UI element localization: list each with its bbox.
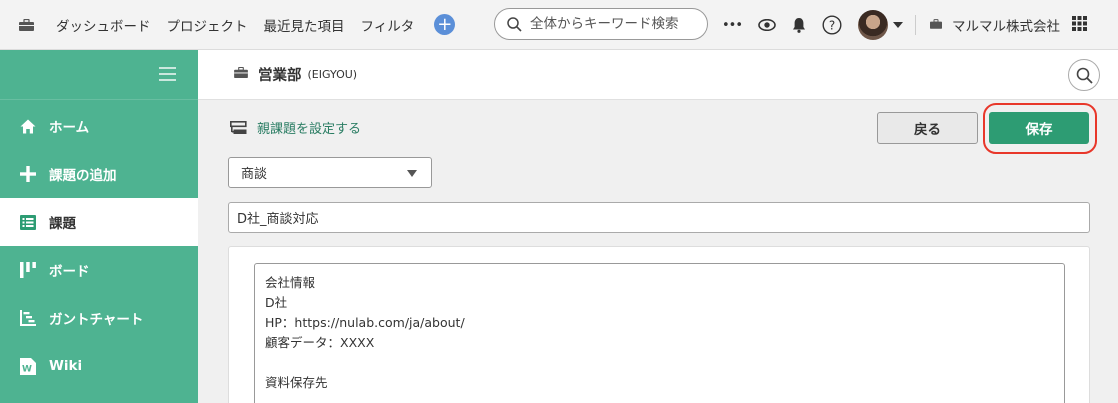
sidebar-item-label: ホーム	[49, 120, 90, 136]
description-panel: 会社情報 D社 HP：https://nulab.com/ja/about/ 顧…	[228, 246, 1090, 403]
nav-dashboard[interactable]: ダッシュボード	[56, 15, 151, 35]
add-plus-icon[interactable]: +	[434, 14, 456, 35]
description-line: 資料保存先	[265, 375, 328, 390]
help-icon[interactable]: ?	[822, 15, 842, 35]
top-navigation-bar: ダッシュボード プロジェクト 最近見た項目 フィルタ + ••• ? マルマル株…	[0, 0, 1118, 50]
hamburger-menu-icon[interactable]	[159, 67, 176, 81]
issue-type-select[interactable]: 商談	[228, 157, 432, 188]
svg-text:W: W	[22, 364, 32, 374]
set-parent-issue-link[interactable]: 親課題を設定する	[230, 118, 361, 137]
more-icon[interactable]: •••	[722, 18, 743, 33]
chevron-down-icon[interactable]	[893, 21, 904, 29]
company-name[interactable]: マルマル株式会社	[952, 15, 1060, 35]
sidebar-item-label: 課題の追加	[49, 168, 117, 184]
nav-filter[interactable]: フィルタ	[361, 15, 415, 35]
app-grid-icon[interactable]	[1072, 15, 1088, 35]
project-key: (EIGYOU)	[307, 68, 358, 81]
home-icon	[19, 118, 36, 135]
briefcase-icon[interactable]	[19, 18, 34, 31]
board-icon	[19, 262, 36, 279]
project-briefcase-icon	[234, 66, 248, 82]
project-name[interactable]: 営業部	[258, 64, 302, 85]
description-line: D社	[265, 295, 288, 310]
set-parent-issue-label: 親課題を設定する	[257, 122, 362, 137]
parent-issue-icon	[230, 120, 247, 134]
list-icon	[19, 214, 36, 231]
back-button[interactable]: 戻る	[877, 112, 978, 144]
description-line: 会社情報	[265, 275, 316, 290]
sidebar-item-add-issue[interactable]: 課題の追加	[0, 150, 198, 198]
save-button[interactable]: 保存	[989, 112, 1089, 144]
search-icon	[507, 16, 522, 32]
svg-text:?: ?	[829, 18, 835, 32]
plus-icon	[19, 166, 36, 183]
description-textarea[interactable]: 会社情報 D社 HP：https://nulab.com/ja/about/ 顧…	[254, 263, 1065, 403]
sidebar-item-label: Wiki	[49, 358, 83, 374]
sidebar-item-issues[interactable]: 課題	[0, 198, 198, 246]
divider	[915, 15, 917, 35]
main-content: 営業部 (EIGYOU) 親課題を設定する 戻る 保存 商談 会社情報 D社 H…	[198, 50, 1118, 403]
sidebar-item-label: ボード	[49, 264, 90, 280]
company-briefcase-icon	[930, 18, 943, 33]
nav-projects[interactable]: プロジェクト	[167, 15, 248, 35]
sidebar-item-board[interactable]: ボード	[0, 246, 198, 294]
global-search-box[interactable]	[494, 8, 708, 40]
sidebar: ホーム 課題の追加 課題 ボード ガントチャート W Wiki	[0, 50, 198, 403]
watch-eye-icon[interactable]	[758, 19, 776, 31]
global-search-input[interactable]	[530, 16, 700, 32]
sidebar-item-home[interactable]: ホーム	[0, 102, 198, 150]
gantt-icon	[19, 310, 36, 327]
description-line: HP：https://nulab.com/ja/about/	[265, 315, 465, 330]
bell-icon[interactable]	[792, 17, 806, 33]
nav-recent-items[interactable]: 最近見た項目	[264, 15, 345, 35]
sidebar-item-label: ガントチャート	[49, 312, 144, 328]
wiki-icon: W	[19, 357, 36, 375]
project-search-icon[interactable]	[1068, 59, 1100, 91]
issue-type-value: 商談	[241, 167, 268, 182]
sidebar-header	[0, 50, 198, 100]
sidebar-item-gantt[interactable]: ガントチャート	[0, 294, 198, 342]
sidebar-item-wiki[interactable]: W Wiki	[0, 342, 198, 390]
description-line	[265, 353, 1054, 373]
user-avatar[interactable]	[858, 10, 889, 40]
sidebar-item-label: 課題	[49, 216, 76, 232]
project-header: 営業部 (EIGYOU)	[198, 50, 1118, 100]
subject-input[interactable]	[228, 202, 1090, 233]
description-line: 顧客データ：XXXX	[265, 335, 375, 350]
dropdown-caret-icon	[407, 170, 417, 177]
